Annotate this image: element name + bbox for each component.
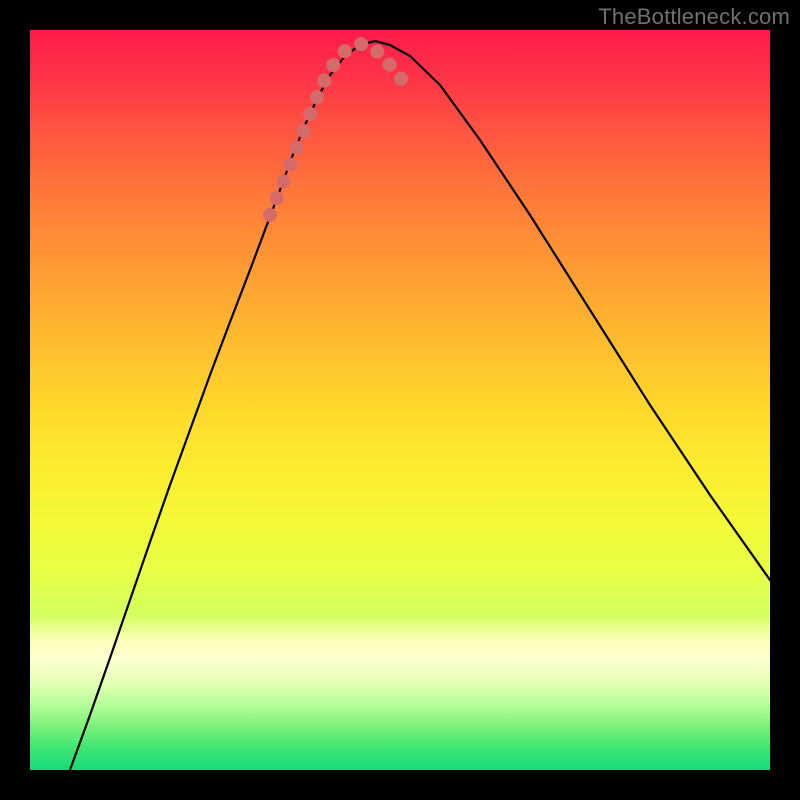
curve-svg	[30, 30, 770, 770]
highlight-segment	[270, 44, 410, 215]
chart-frame: TheBottleneck.com	[0, 0, 800, 800]
plot-area	[30, 30, 770, 770]
watermark-text: TheBottleneck.com	[598, 4, 790, 30]
bottleneck-curve	[70, 41, 770, 770]
